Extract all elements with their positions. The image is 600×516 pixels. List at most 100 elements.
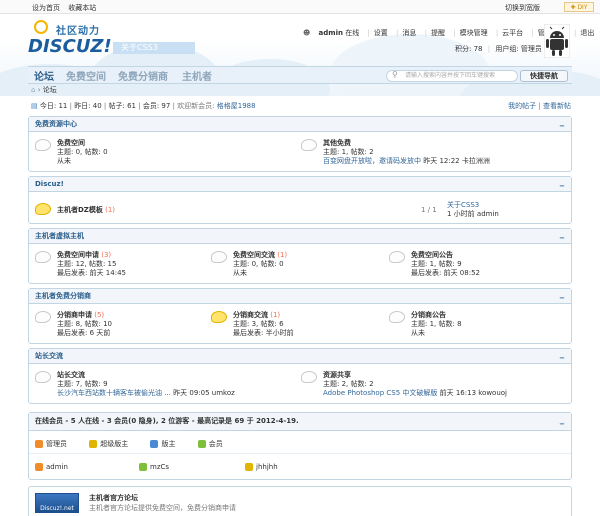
switch-width-link[interactable]: 切换到宽版 (505, 3, 540, 13)
category-header[interactable]: 主机者免费分销商 − (29, 289, 571, 304)
forum-counts: 主题: 8, 帖数: 10 (57, 320, 112, 328)
home-icon[interactable]: ⌂ (31, 86, 35, 94)
forum-bubble-icon (389, 311, 405, 323)
forum-name[interactable]: 分销商交流 (233, 311, 268, 319)
online-user-admin[interactable]: admin (35, 463, 68, 471)
category-header[interactable]: 站长交流 − (29, 349, 571, 364)
set-home-link[interactable]: 设为首页 (32, 4, 60, 12)
diy-button[interactable]: ✚ DIY (564, 2, 594, 12)
usergroup-link[interactable]: 用户组: 管理员 (495, 45, 542, 53)
forum-name[interactable]: 免费空间交流 (233, 251, 275, 259)
last-post-link[interactable]: 关于CSS3 (447, 201, 499, 210)
site-logo[interactable]: 社区动力 DISCUZ! (28, 20, 112, 60)
forum-bubble-icon (35, 311, 51, 323)
logo-link-text: Discuz!.net (40, 505, 74, 512)
legend-mod: 版主 (161, 440, 176, 448)
forum-name[interactable]: 其他免费 (323, 139, 490, 148)
forum-counts: 主题: 1, 帖数: 9 (411, 260, 462, 268)
collapse-icon[interactable]: − (559, 231, 565, 245)
online-members: 在线会员 - 5 人在线 - 3 会员(0 隐身), 2 位游客 - 最高记录是… (28, 412, 572, 480)
mod-user-icon (150, 440, 159, 448)
header: 社区动力 DISCUZ! 关于CSS3 ☻ admin 在线 | 设置 | 消息 |… (0, 14, 600, 96)
forum-counts: 主题: 7, 帖数: 9 (57, 380, 108, 388)
forum-counts: 主题: 0, 帖数: 0 (57, 148, 108, 156)
forum-name[interactable]: 免费空间申请 (57, 251, 99, 259)
link-desc: 主机者官方论坛提供免费空间，免费分销商申请 (89, 504, 236, 512)
forum-bubble-icon (35, 251, 51, 263)
android-avatar-icon[interactable] (544, 24, 570, 58)
category-discuz: Discuz! − 主机者DZ模板 (1) 1 / 1 关于CSS3 1 小时前 … (28, 176, 572, 224)
about-banner[interactable]: 关于CSS3 (113, 42, 195, 54)
messages-link[interactable]: 消息 (402, 29, 416, 37)
online-username: admin (46, 463, 68, 471)
notify-link[interactable]: 提醒 (431, 29, 445, 37)
stats-chart-icon: ▤ (31, 102, 38, 110)
last-post-time: 1 小时前 admin (447, 210, 499, 218)
link-title[interactable]: 主机者官方论坛 (89, 493, 236, 503)
new-member-link[interactable]: 格格屋1988 (217, 102, 256, 110)
cloud-platform-link[interactable]: 云平台 (502, 29, 523, 37)
forum-name[interactable]: 站长交流 (57, 371, 235, 380)
last-post-link[interactable]: Adobe Photoshop CS5 中文破解版 (323, 389, 437, 397)
discuz-link-logo[interactable]: Discuz!.net (35, 493, 79, 513)
online-username: jhhjhh (256, 463, 278, 471)
forum-name[interactable]: 分销商公告 (411, 311, 462, 320)
legend-member: 会员 (208, 440, 223, 448)
collapse-icon[interactable]: − (559, 351, 565, 365)
online-header[interactable]: 在线会员 - 5 人在线 - 3 会员(0 隐身), 2 位游客 - 最高记录是… (29, 413, 571, 431)
category-title: 主机者虚拟主机 (35, 232, 84, 240)
username-link[interactable]: admin (319, 29, 343, 37)
collapse-icon[interactable]: − (559, 291, 565, 305)
today-count: (1) (277, 251, 288, 259)
category-title: 免费资源中心 (35, 120, 77, 128)
top-links: 设为首页 收藏本站 (32, 3, 102, 13)
forum-name[interactable]: 免费空间公告 (411, 251, 480, 260)
module-manage-link[interactable]: 模块管理 (460, 29, 488, 37)
collapse-icon[interactable]: − (559, 119, 565, 133)
online-legend: 管理员 超级版主 版主 会员 (35, 439, 243, 449)
forum-stats: ▤ 今日: 11 | 昨日: 40 | 帖子: 61 | 会员: 97 | 欢迎… (31, 102, 571, 110)
forum-name[interactable]: 主机者DZ模板 (57, 206, 103, 214)
nav-free-reseller[interactable]: 免费分销商 (118, 68, 168, 83)
forum-name[interactable]: 免费空间 (57, 139, 108, 148)
nav-host[interactable]: 主机者 (182, 68, 212, 83)
logout-link[interactable]: 退出 (580, 29, 594, 37)
forum-last: 最后发表: 6 天前 (57, 329, 111, 337)
search-input[interactable]: 请输入搜索内容并按下回车键搜索 (386, 70, 518, 82)
last-post-link[interactable]: 百变网盘开放啦，邀请码发放中 (323, 157, 421, 165)
welcome-label: 欢迎新会员: (177, 102, 217, 110)
today-count: (1) (270, 311, 281, 319)
forum-counts: 主题: 1, 帖数: 8 (411, 320, 462, 328)
breadcrumb-forum[interactable]: 论坛 (43, 86, 57, 94)
online-status: 在线 (345, 29, 360, 37)
last-post-time: 昨天 12:22 卡拉洲洲 (423, 157, 490, 165)
category-header[interactable]: 主机者虚拟主机 − (29, 229, 571, 244)
logo-circle-icon (34, 20, 48, 34)
forum-name[interactable]: 资源共享 (323, 371, 507, 380)
last-post-link[interactable]: 长沙汽车西站数十辆客车被偷光油 ... (57, 389, 171, 397)
stat-members: 会员: 97 (142, 102, 171, 110)
member-user-icon (139, 463, 147, 471)
online-user-mzcs[interactable]: mzCs (139, 463, 169, 471)
collapse-icon[interactable]: − (559, 416, 565, 433)
online-user-jhhjhh[interactable]: jhhjhh (245, 463, 278, 471)
member-user-icon (197, 440, 206, 448)
collapse-icon[interactable]: − (559, 179, 565, 193)
my-posts-link[interactable]: 我的帖子 (508, 102, 536, 110)
forum-last: 从未 (233, 269, 247, 277)
quick-nav-button[interactable]: 快捷导航 (520, 70, 568, 82)
nav-free-space[interactable]: 免费空间 (66, 68, 106, 83)
nav-forum[interactable]: 论坛 (34, 68, 54, 83)
category-header[interactable]: Discuz! − (29, 177, 571, 192)
category-header[interactable]: 免费资源中心 − (29, 117, 571, 132)
new-posts-link[interactable]: 查看新帖 (543, 102, 571, 110)
bookmark-link[interactable]: 收藏本站 (68, 4, 96, 12)
stats-right: 我的帖子 | 查看新帖 (508, 102, 571, 110)
last-post-time: 前天 16:13 kowouoj (439, 389, 508, 397)
user-icon: ☻ (303, 29, 311, 37)
points-link[interactable]: 积分: 78 (455, 45, 483, 53)
category-virtual-host: 主机者虚拟主机 − 免费空间申请 (3) 主题: 12, 帖数: 15 最后发表:… (28, 228, 572, 284)
settings-link[interactable]: 设置 (374, 29, 388, 37)
forum-last: 最后发表: 前天 14:45 (57, 269, 126, 277)
forum-name[interactable]: 分销商申请 (57, 311, 92, 319)
